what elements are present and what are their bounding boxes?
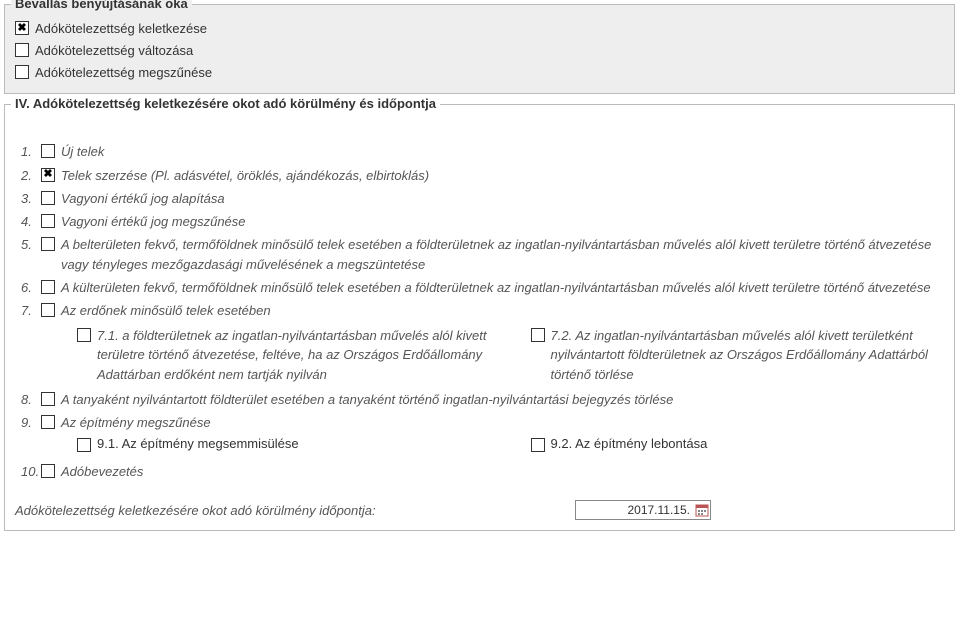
item-10: 10. Adóbevezetés: [21, 462, 944, 482]
checkbox-kulteruleten[interactable]: [41, 280, 55, 294]
checkbox-telek-szerzese[interactable]: [41, 168, 55, 182]
reason-row-3: Adókötelezettség megszűnése: [15, 63, 944, 83]
item-7-2: 7.2. Az ingatlan-nyilvántartásban művelé…: [531, 326, 945, 385]
section4-list: 1. Új telek 2. Telek szerzése (Pl. adásv…: [15, 142, 944, 482]
checkbox-adobevezetes[interactable]: [41, 464, 55, 478]
item-9-2: 9.2. Az építmény lebontása: [531, 436, 945, 452]
item-5: 5. A belterületen fekvő, termőföldnek mi…: [21, 235, 944, 275]
item-7-sub: 7.1. a földterületnek az ingatlan-nyilvá…: [21, 326, 944, 385]
checkbox-tanya[interactable]: [41, 392, 55, 406]
item-8: 8. A tanyaként nyilvántartott földterüle…: [21, 390, 944, 410]
checkbox-9-1[interactable]: [77, 438, 91, 452]
item-9-1: 9.1. Az építmény megsemmisülése: [77, 436, 491, 452]
reason-label: Adókötelezettség megszűnése: [35, 63, 212, 83]
checkbox-vagyoni-jog-megszunese[interactable]: [41, 214, 55, 228]
reason-row-1: Adókötelezettség keletkezése: [15, 19, 944, 39]
checkbox-9-2[interactable]: [531, 438, 545, 452]
reason-checkbox-keletkezese[interactable]: [15, 21, 29, 35]
date-row: Adókötelezettség keletkezésére okot adó …: [15, 500, 944, 520]
checkbox-7-1[interactable]: [77, 328, 91, 342]
checkbox-epitmeny-megszunese[interactable]: [41, 415, 55, 429]
date-input[interactable]: [576, 501, 694, 519]
calendar-icon[interactable]: [694, 502, 710, 518]
item-9-sub: 9.1. Az építmény megsemmisülése 9.2. Az …: [21, 436, 944, 452]
item-2: 2. Telek szerzése (Pl. adásvétel, öröklé…: [21, 166, 944, 186]
item-6: 6. A külterületen fekvő, termőföldnek mi…: [21, 278, 944, 298]
reason-checkbox-megszunese[interactable]: [15, 65, 29, 79]
checkbox-vagyoni-jog-alapitasa[interactable]: [41, 191, 55, 205]
section4-legend: IV. Adókötelezettség keletkezésére okot …: [11, 96, 440, 111]
reason-label: Adókötelezettség keletkezése: [35, 19, 207, 39]
reason-fieldset: Bevallás benyújtásának oka Adókötelezett…: [4, 4, 955, 94]
checkbox-erdo[interactable]: [41, 303, 55, 317]
date-field-wrap: [575, 500, 711, 520]
reason-label: Adókötelezettség változása: [35, 41, 193, 61]
item-1: 1. Új telek: [21, 142, 944, 162]
date-label: Adókötelezettség keletkezésére okot adó …: [15, 503, 575, 518]
item-7: 7. Az erdőnek minősülő telek esetében: [21, 301, 944, 321]
reason-row-2: Adókötelezettség változása: [15, 41, 944, 61]
section4-fieldset: IV. Adókötelezettség keletkezésére okot …: [4, 104, 955, 531]
checkbox-belteruleten[interactable]: [41, 237, 55, 251]
item-7-1: 7.1. a földterületnek az ingatlan-nyilvá…: [77, 326, 491, 385]
checkbox-uj-telek[interactable]: [41, 144, 55, 158]
item-3: 3. Vagyoni értékű jog alapítása: [21, 189, 944, 209]
item-4: 4. Vagyoni értékű jog megszűnése: [21, 212, 944, 232]
reason-legend: Bevallás benyújtásának oka: [11, 0, 192, 11]
item-9: 9. Az építmény megszűnése: [21, 413, 944, 433]
checkbox-7-2[interactable]: [531, 328, 545, 342]
reason-checkbox-valtozasa[interactable]: [15, 43, 29, 57]
